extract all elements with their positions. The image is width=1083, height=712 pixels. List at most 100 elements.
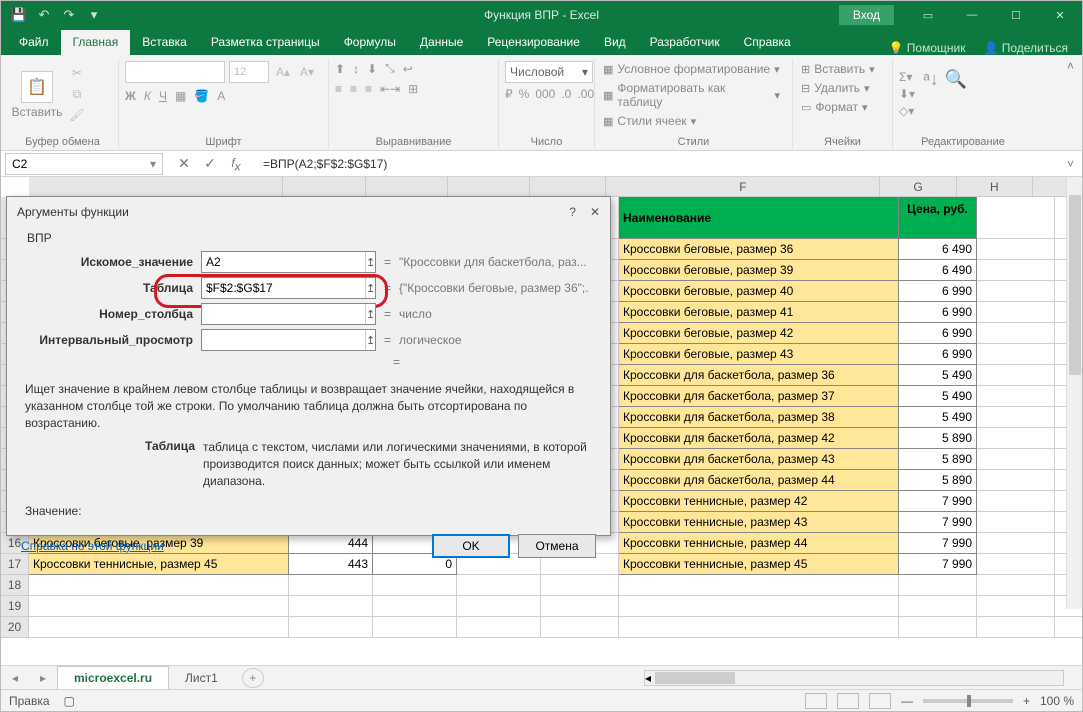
format-cells[interactable]: ▭ Формат ▾: [799, 99, 882, 115]
arg-input[interactable]: [202, 255, 365, 269]
sheet-cell[interactable]: [977, 239, 1055, 260]
font-color-icon[interactable]: A: [217, 89, 225, 103]
horizontal-scrollbar[interactable]: ◂: [644, 670, 1064, 686]
sheet-nav-prev[interactable]: ◂: [1, 671, 29, 685]
sheet-cell[interactable]: [899, 617, 977, 638]
sheet-cell[interactable]: [1055, 617, 1082, 638]
column-header[interactable]: H: [957, 177, 1033, 196]
range-picker-icon[interactable]: ↥: [365, 304, 375, 324]
sheet-cell[interactable]: Кроссовки для баскетбола, размер 44: [619, 470, 899, 491]
sheet-cell[interactable]: 7 990: [899, 491, 977, 512]
sheet-cell[interactable]: 7 990: [899, 533, 977, 554]
sheet-cell[interactable]: [373, 596, 457, 617]
column-header[interactable]: [29, 177, 283, 196]
cell-styles[interactable]: ▦ Стили ячеек ▾: [601, 113, 782, 129]
ribbon-display-icon[interactable]: ▭: [906, 1, 950, 29]
arg-input[interactable]: [202, 281, 365, 295]
zoom-slider[interactable]: [923, 699, 1013, 703]
comma-icon[interactable]: 000: [535, 87, 555, 101]
page-layout-icon[interactable]: [837, 693, 859, 709]
formula-input[interactable]: =ВПР(A2;$F$2:$G$17): [257, 157, 1059, 171]
sheet-cell[interactable]: [977, 344, 1055, 365]
maximize-icon[interactable]: ☐: [994, 1, 1038, 29]
delete-cells[interactable]: ⊟ Удалить ▾: [799, 80, 882, 96]
zoom-out-icon[interactable]: —: [901, 694, 913, 708]
autosum-icon[interactable]: Σ▾: [899, 70, 915, 84]
sheet-cell[interactable]: [289, 575, 373, 596]
column-header[interactable]: F: [606, 177, 880, 196]
sheet-cell[interactable]: Кроссовки теннисные, размер 45: [619, 554, 899, 575]
qat-customize-icon[interactable]: ▾: [82, 4, 106, 26]
vertical-scrollbar[interactable]: [1066, 177, 1082, 609]
grow-font-icon[interactable]: A▴: [273, 63, 293, 81]
orientation-icon[interactable]: ⤡: [385, 61, 395, 76]
expand-formula-icon[interactable]: ˅: [1059, 157, 1082, 171]
zoom-in-icon[interactable]: +: [1023, 694, 1030, 708]
align-right-icon[interactable]: ≡: [365, 82, 372, 96]
save-icon[interactable]: 💾: [7, 4, 31, 26]
italic-icon[interactable]: К: [144, 89, 151, 103]
sheet-cell[interactable]: Кроссовки беговые, размер 43: [619, 344, 899, 365]
sheet-cell[interactable]: [289, 617, 373, 638]
close-icon[interactable]: ✕: [1038, 1, 1082, 29]
underline-icon[interactable]: Ч: [159, 89, 167, 103]
sheet-cell[interactable]: [977, 533, 1055, 554]
ok-button[interactable]: OK: [432, 534, 510, 558]
inc-decimal-icon[interactable]: .0: [561, 87, 571, 101]
sheet-cell[interactable]: 5 490: [899, 365, 977, 386]
conditional-formatting[interactable]: ▦ Условное форматирование ▾: [601, 61, 782, 77]
align-left-icon[interactable]: ≡: [335, 82, 342, 96]
sheet-tab-active[interactable]: microexcel.ru: [57, 666, 169, 689]
login-button[interactable]: Вход: [839, 5, 894, 25]
sheet-cell[interactable]: [977, 470, 1055, 491]
row-header[interactable]: 19: [1, 596, 29, 617]
range-picker-icon[interactable]: ↥: [365, 252, 375, 272]
tab-file[interactable]: Файл: [7, 30, 61, 55]
sheet-cell[interactable]: 6 990: [899, 281, 977, 302]
align-center-icon[interactable]: ≡: [350, 82, 357, 96]
tab-developer[interactable]: Разработчик: [638, 30, 732, 55]
row-header[interactable]: 18: [1, 575, 29, 596]
border-icon[interactable]: ▦: [175, 89, 186, 103]
sheet-cell[interactable]: [541, 596, 619, 617]
tab-review[interactable]: Рецензирование: [475, 30, 592, 55]
sheet-cell[interactable]: [373, 575, 457, 596]
sheet-cell[interactable]: 5 890: [899, 470, 977, 491]
column-header[interactable]: [366, 177, 448, 196]
currency-icon[interactable]: ₽: [505, 87, 513, 101]
normal-view-icon[interactable]: [805, 693, 827, 709]
sheet-cell[interactable]: Кроссовки беговые, размер 40: [619, 281, 899, 302]
sheet-cell[interactable]: [977, 554, 1055, 575]
sheet-cell[interactable]: Кроссовки для баскетбола, размер 43: [619, 449, 899, 470]
sheet-cell[interactable]: Цена, руб.: [899, 197, 977, 239]
indent-icon[interactable]: ⇤⇥: [380, 82, 400, 96]
sheet-cell[interactable]: [457, 596, 541, 617]
sheet-cell[interactable]: Кроссовки для баскетбола, размер 42: [619, 428, 899, 449]
find-icon[interactable]: 🔍: [945, 69, 967, 90]
column-header[interactable]: G: [880, 177, 956, 196]
fx-icon[interactable]: fx: [223, 154, 249, 173]
collapse-ribbon-icon[interactable]: ˄: [1067, 59, 1074, 73]
tab-insert[interactable]: Вставка: [130, 30, 199, 55]
sheet-cell[interactable]: 5 490: [899, 407, 977, 428]
font-size-select[interactable]: [229, 61, 269, 83]
number-format-select[interactable]: Числовой▾: [505, 61, 593, 83]
sheet-cell[interactable]: [977, 428, 1055, 449]
bold-icon[interactable]: Ж: [125, 89, 136, 103]
sheet-cell[interactable]: 5 890: [899, 449, 977, 470]
sheet-cell[interactable]: [977, 323, 1055, 344]
sheet-cell[interactable]: 6 990: [899, 302, 977, 323]
sheet-cell[interactable]: Кроссовки беговые, размер 42: [619, 323, 899, 344]
sheet-cell[interactable]: [29, 617, 289, 638]
sheet-cell[interactable]: [977, 260, 1055, 281]
sheet-cell[interactable]: 7 990: [899, 554, 977, 575]
sheet-cell[interactable]: [977, 449, 1055, 470]
cancel-formula-icon[interactable]: ✕: [171, 155, 197, 172]
sheet-cell[interactable]: 6 990: [899, 344, 977, 365]
tab-data[interactable]: Данные: [408, 30, 475, 55]
tab-formulas[interactable]: Формулы: [332, 30, 408, 55]
dialog-close-icon[interactable]: ✕: [590, 205, 600, 219]
sheet-cell[interactable]: 5 890: [899, 428, 977, 449]
dec-decimal-icon[interactable]: .00: [577, 87, 594, 101]
font-family-select[interactable]: [125, 61, 225, 83]
